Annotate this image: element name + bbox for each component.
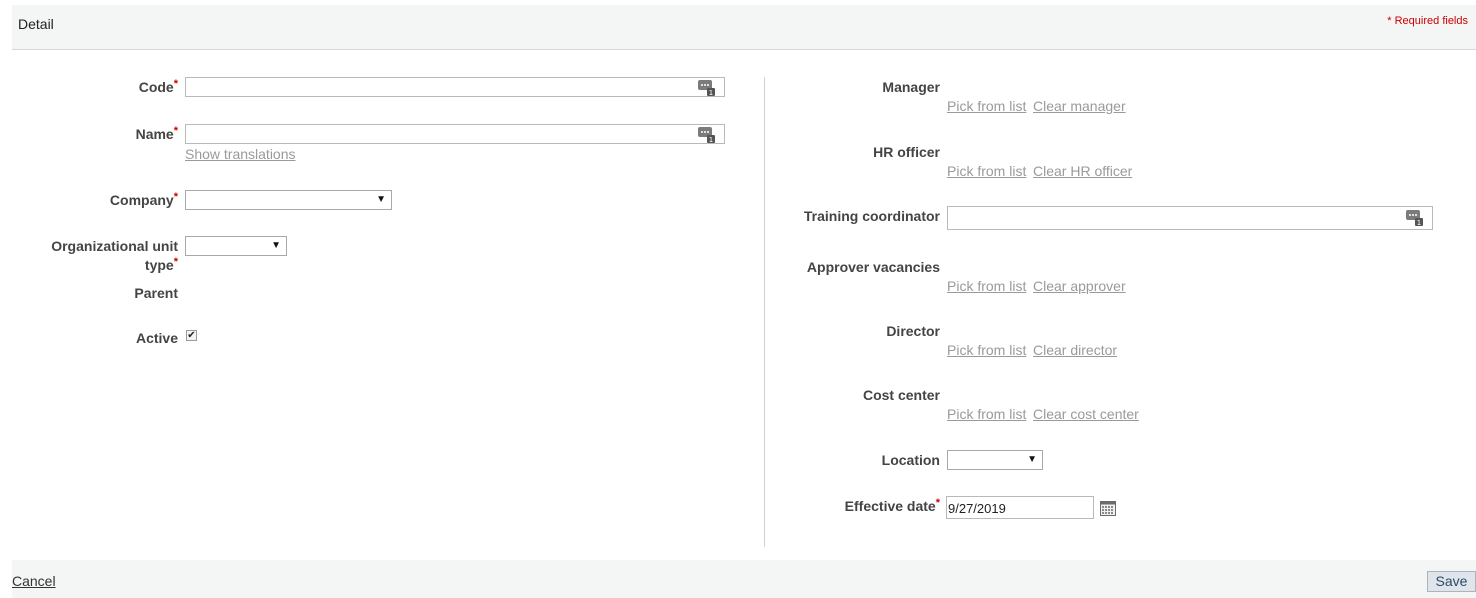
approver-vacancies-label: Approver vacancies <box>806 259 940 275</box>
column-divider <box>764 77 765 547</box>
clear-cost-center-link[interactable]: Clear cost center <box>1033 406 1139 422</box>
required-fields-note: * Required fields <box>1387 15 1468 27</box>
org-unit-type-label: Organizational unit type* <box>51 238 178 273</box>
checkmark-icon: ✔ <box>187 330 196 341</box>
cost-center-label: Cost center <box>862 387 940 403</box>
company-label: Company* <box>109 191 178 208</box>
required-star: * <box>935 497 940 509</box>
company-select[interactable]: ▼ <box>185 190 392 210</box>
svg-text:1: 1 <box>709 136 713 143</box>
org-unit-type-select[interactable]: ▼ <box>185 236 287 256</box>
clear-hr-officer-link[interactable]: Clear HR officer <box>1033 163 1132 179</box>
manager-pick-from-list-link[interactable]: Pick from list <box>947 98 1026 114</box>
show-translations-link[interactable]: Show translations <box>185 146 296 162</box>
active-checkbox[interactable]: ✔ <box>186 330 197 341</box>
chevron-down-icon: ▼ <box>271 240 281 251</box>
save-button[interactable]: Save <box>1427 571 1476 592</box>
training-coordinator-label: Training coordinator <box>803 208 940 224</box>
translation-icon[interactable]: 1 <box>698 80 716 96</box>
required-star: * <box>173 256 178 268</box>
form-footer: Cancel Save <box>12 560 1476 598</box>
svg-text:1: 1 <box>1417 219 1421 226</box>
name-label: Name* <box>135 125 178 142</box>
required-star: * <box>173 125 178 137</box>
calendar-icon[interactable] <box>1100 501 1116 516</box>
detail-title: Detail <box>18 16 54 32</box>
location-label: Location <box>881 452 940 468</box>
effective-date-input[interactable]: 9/27/2019 <box>946 496 1094 519</box>
active-label: Active <box>135 330 178 346</box>
chevron-down-icon: ▼ <box>376 194 386 205</box>
cancel-link[interactable]: Cancel <box>12 573 56 589</box>
training-coordinator-input[interactable]: 1 <box>947 206 1433 230</box>
director-label: Director <box>886 323 940 339</box>
clear-manager-link[interactable]: Clear manager <box>1033 98 1126 114</box>
translation-icon[interactable]: 1 <box>1406 210 1424 226</box>
name-input[interactable]: 1 <box>185 124 725 144</box>
code-label: Code* <box>138 78 178 95</box>
approver-pick-from-list-link[interactable]: Pick from list <box>947 278 1026 294</box>
location-select[interactable]: ▼ <box>947 450 1043 470</box>
chevron-down-icon: ▼ <box>1027 454 1037 465</box>
hr-officer-pick-from-list-link[interactable]: Pick from list <box>947 163 1026 179</box>
detail-header: Detail * Required fields <box>12 5 1476 50</box>
cost-center-pick-from-list-link[interactable]: Pick from list <box>947 406 1026 422</box>
hr-officer-label: HR officer <box>873 144 940 160</box>
director-pick-from-list-link[interactable]: Pick from list <box>947 342 1026 358</box>
manager-label: Manager <box>882 79 940 95</box>
svg-text:1: 1 <box>709 89 713 96</box>
clear-director-link[interactable]: Clear director <box>1033 342 1117 358</box>
required-star: * <box>173 191 178 203</box>
translation-icon[interactable]: 1 <box>698 127 716 143</box>
clear-approver-link[interactable]: Clear approver <box>1033 278 1126 294</box>
code-input[interactable]: 1 <box>185 77 725 97</box>
effective-date-label: Effective date* <box>844 497 940 514</box>
parent-label: Parent <box>134 285 178 301</box>
required-star: * <box>173 78 178 90</box>
